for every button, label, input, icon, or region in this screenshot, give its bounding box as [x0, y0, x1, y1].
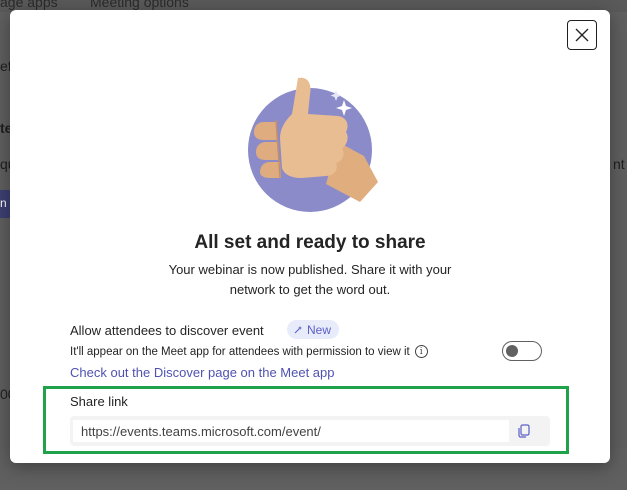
share-link-field	[70, 416, 550, 446]
copy-icon	[518, 424, 530, 438]
background-button: n	[0, 190, 10, 218]
discover-page-link[interactable]: Check out the Discover page on the Meet …	[70, 365, 335, 380]
share-dialog: All set and ready to share Your webinar …	[10, 10, 610, 463]
new-badge: New	[287, 320, 340, 339]
background-tab-meeting-options: Meeting options	[90, 0, 189, 10]
toggle-knob	[506, 345, 518, 357]
background-tab-manage-apps: age apps	[0, 0, 58, 10]
background-fragment: nt	[613, 156, 625, 172]
sparkle-icon	[294, 325, 302, 333]
discover-event-label: Allow attendees to discover event	[70, 323, 264, 338]
discover-description-text: It'll appear on the Meet app for attende…	[70, 345, 410, 358]
dialog-title: All set and ready to share	[194, 232, 426, 253]
dialog-subtitle: Your webinar is now published. Share it …	[168, 262, 452, 297]
close-icon	[575, 28, 589, 42]
info-icon[interactable]: i	[414, 345, 428, 358]
discover-description: It'll appear on the Meet app for attende…	[70, 345, 428, 358]
close-button[interactable]	[567, 20, 597, 50]
copy-link-button[interactable]	[514, 421, 534, 441]
share-link-input[interactable]	[73, 420, 509, 442]
thumbs-up-illustration	[248, 77, 378, 212]
share-link-label: Share link	[70, 394, 128, 409]
new-badge-label: New	[307, 322, 332, 337]
discover-toggle[interactable]	[502, 341, 542, 361]
